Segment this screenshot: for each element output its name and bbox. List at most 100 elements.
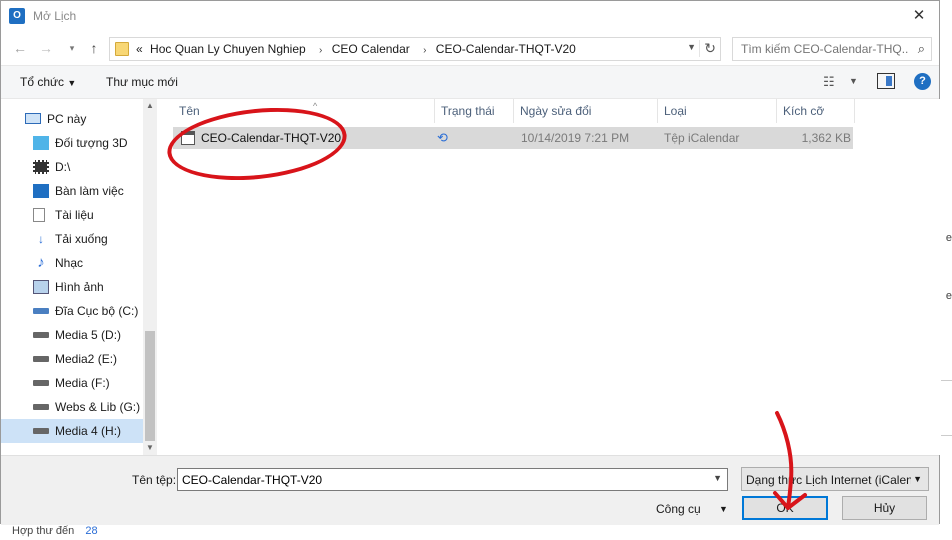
drive-icon <box>33 428 49 434</box>
breadcrumb-separator[interactable]: › <box>423 45 426 56</box>
picture-icon <box>33 280 49 294</box>
window-title: Mở Lịch <box>33 9 77 23</box>
sidebar-item-desktop[interactable]: Bàn làm việc <box>1 179 143 203</box>
sidebar-item-label: Media 5 (D:) <box>55 328 122 342</box>
breadcrumb-item[interactable]: CEO-Calendar-THQT-V20 <box>436 42 576 56</box>
filename-label: Tên tệp: <box>132 473 177 487</box>
sidebar-item-d-drive[interactable]: D:\ <box>1 155 143 179</box>
sidebar-item-label: Đối tượng 3D <box>55 136 128 150</box>
sidebar-item-label: Media 4 (H:) <box>55 424 122 438</box>
sidebar-item-label: Đĩa Cục bộ (C:) <box>55 304 139 318</box>
film-icon <box>33 160 49 174</box>
outlook-icon: O <box>9 8 25 24</box>
search-icon[interactable]: ⌕ <box>918 41 925 57</box>
sidebar-item-webs-lib[interactable]: Webs & Lib (G:) <box>1 395 143 419</box>
column-header-size[interactable]: Kích cỡ <box>777 99 855 123</box>
file-type-select[interactable]: Dạng thức Lịch Internet (iCalen ▼ <box>741 467 929 491</box>
red-annotation-arrow <box>773 411 807 510</box>
file-size: 1,362 KB <box>801 131 851 145</box>
open-calendar-dialog: O Mở Lịch ✕ ← → ▾ ↑ « Hoc Quan Ly Chuyen… <box>0 0 941 525</box>
scroll-down-icon[interactable]: ▼ <box>143 441 157 455</box>
sidebar-item-media5[interactable]: Media 5 (D:) <box>1 323 143 347</box>
column-header-modified[interactable]: Ngày sửa đổi <box>514 99 658 123</box>
chevron-down-icon[interactable]: ▼ <box>719 504 728 514</box>
sidebar-item-downloads[interactable]: ↓ Tải xuống <box>1 227 143 251</box>
cancel-button[interactable]: Hủy <box>842 496 927 520</box>
column-header-type[interactable]: Loại <box>658 99 777 123</box>
up-folder-button[interactable]: ↑ <box>85 39 103 57</box>
chevron-down-icon[interactable]: ▼ <box>849 76 858 86</box>
cube-icon <box>33 136 49 150</box>
computer-icon <box>25 113 41 124</box>
title-bar: O Mở Lịch ✕ <box>1 1 939 31</box>
document-icon <box>33 208 45 222</box>
chevron-down-icon[interactable]: ▼ <box>687 42 696 52</box>
forward-button[interactable]: → <box>37 39 55 57</box>
sidebar-item-this-pc[interactable]: PC này <box>1 107 143 131</box>
column-header-status[interactable]: Trạng thái <box>435 99 514 123</box>
sidebar-item-music[interactable]: ♪ Nhạc <box>1 251 143 275</box>
file-modified: 10/14/2019 7:21 PM <box>521 131 630 145</box>
preview-pane-icon[interactable] <box>877 73 895 89</box>
background-inbox-label: Hợp thư đến <box>12 525 75 537</box>
drive-icon <box>33 332 49 338</box>
close-button[interactable]: ✕ <box>907 5 931 27</box>
scrollbar-thumb[interactable] <box>145 331 155 441</box>
music-icon: ♪ <box>37 254 45 271</box>
drive-icon <box>33 380 49 386</box>
drive-icon <box>33 356 49 362</box>
breadcrumb-overflow[interactable]: « <box>136 42 143 56</box>
sidebar-item-label: D:\ <box>55 160 71 174</box>
sidebar-item-label: Media2 (E:) <box>55 352 118 366</box>
sidebar-item-3d-objects[interactable]: Đối tượng 3D <box>1 131 143 155</box>
chevron-down-icon: ▼ <box>67 78 77 88</box>
sync-status-icon: ⟲ <box>437 130 448 145</box>
sidebar-item-media2[interactable]: Media2 (E:) <box>1 347 143 371</box>
breadcrumb-separator[interactable]: › <box>319 45 322 56</box>
refresh-icon[interactable]: ↻ <box>699 40 716 57</box>
chevron-down-icon: ▼ <box>913 474 922 484</box>
help-icon[interactable]: ? <box>914 73 931 90</box>
drive-icon <box>33 308 49 314</box>
sidebar-item-label: Tài liệu <box>55 208 94 222</box>
sidebar-item-pictures[interactable]: Hình ảnh <box>1 275 143 299</box>
sidebar-item-media4[interactable]: Media 4 (H:) <box>1 419 143 443</box>
desktop-icon <box>33 184 49 198</box>
file-list-pane: Tên ^ Trạng thái Ngày sửa đổi Loại Kích … <box>159 99 941 455</box>
recent-locations-button[interactable]: ▾ <box>63 39 81 57</box>
filename-input[interactable] <box>178 469 698 490</box>
breadcrumb-item[interactable]: Hoc Quan Ly Chuyen Nghiep <box>150 42 306 56</box>
tools-menu-button[interactable]: Công cụ <box>656 502 701 516</box>
sidebar-item-c-drive[interactable]: Đĩa Cục bộ (C:) <box>1 299 143 323</box>
new-folder-button[interactable]: Thư mục mới <box>106 75 178 89</box>
organize-button[interactable]: Tổ chức ▼ <box>20 75 76 89</box>
download-icon: ↓ <box>38 232 44 246</box>
sidebar-item-label: Nhạc <box>55 256 84 270</box>
sidebar-item-label: Bàn làm việc <box>55 184 124 198</box>
sidebar-item-label: Hình ảnh <box>55 280 104 294</box>
sidebar-item-label: PC này <box>47 112 87 126</box>
sidebar-item-media-f[interactable]: Media (F:) <box>1 371 143 395</box>
drive-icon <box>33 404 49 410</box>
view-options-icon[interactable]: ☷ <box>823 74 835 90</box>
navigation-pane: PC này Đối tượng 3D D:\ Bàn làm việc Tài… <box>1 99 157 455</box>
filename-combobox[interactable]: ▼ <box>177 468 728 491</box>
sidebar-item-documents[interactable]: Tài liệu <box>1 203 143 227</box>
scroll-up-icon[interactable]: ▲ <box>143 99 157 113</box>
back-button[interactable]: ← <box>11 39 29 57</box>
file-type: Tệp iCalendar <box>664 131 740 145</box>
sidebar-item-label: Webs & Lib (G:) <box>55 400 141 414</box>
search-box[interactable]: ⌕ <box>732 37 932 61</box>
folder-icon <box>115 42 129 56</box>
navigation-tree: PC này Đối tượng 3D D:\ Bàn làm việc Tài… <box>1 107 143 443</box>
breadcrumb: « Hoc Quan Ly Chuyen Nghiep › CEO Calend… <box>136 42 580 56</box>
sidebar-scrollbar[interactable]: ▲ ▼ <box>143 99 157 455</box>
chevron-down-icon[interactable]: ▼ <box>713 473 722 483</box>
command-bar: Tổ chức ▼ Thư mục mới ☷ ▼ ? <box>1 65 939 99</box>
organize-label: Tổ chức <box>20 75 65 89</box>
sidebar-item-label: Media (F:) <box>55 376 110 390</box>
breadcrumb-item[interactable]: CEO Calendar <box>332 42 410 56</box>
search-input[interactable] <box>733 38 908 60</box>
column-name-label: Tên <box>179 104 200 118</box>
address-bar[interactable]: « Hoc Quan Ly Chuyen Nghiep › CEO Calend… <box>109 37 721 61</box>
